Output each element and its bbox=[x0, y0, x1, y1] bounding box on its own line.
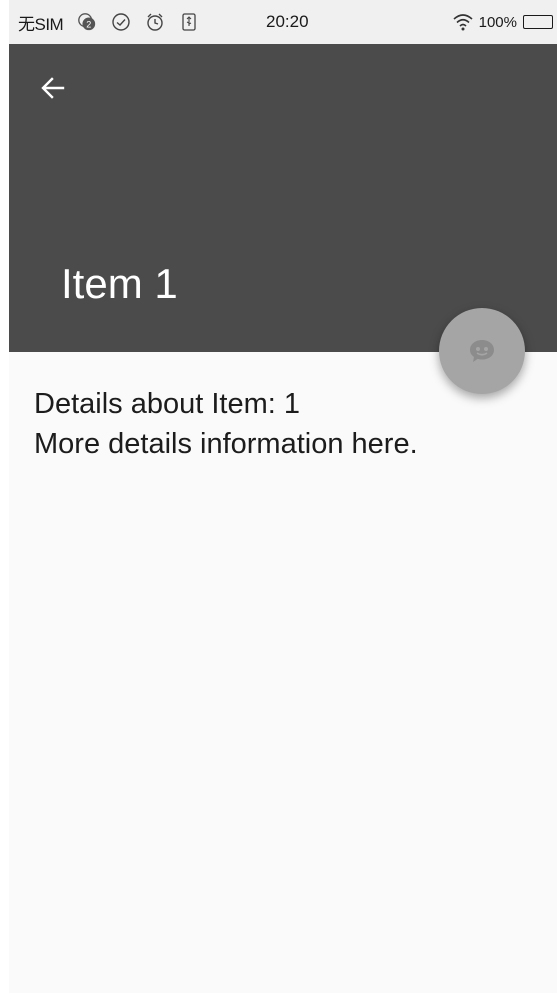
wifi-icon bbox=[453, 12, 473, 32]
arrow-back-icon bbox=[41, 77, 65, 99]
alarm-icon bbox=[145, 12, 165, 32]
battery-percent: 100% bbox=[478, 13, 517, 31]
carrier-label: 无SIM bbox=[18, 14, 64, 34]
status-bar: 无SIM 2 20:20 100% bbox=[9, 0, 557, 44]
chat-fab-button[interactable] bbox=[439, 308, 525, 394]
status-bar-right: 100% bbox=[453, 0, 553, 44]
screen: 无SIM 2 20:20 100% Item 1 Details about I… bbox=[9, 0, 557, 993]
detail-content: Details about Item: 1 More details infor… bbox=[34, 384, 418, 464]
notification-badge-count: 2 bbox=[87, 19, 92, 29]
status-bar-left: 无SIM 2 bbox=[18, 0, 199, 44]
clock: 20:20 bbox=[266, 12, 309, 31]
check-circle-icon bbox=[111, 12, 131, 32]
chat-bubble-icon bbox=[470, 340, 494, 362]
usb-icon bbox=[179, 12, 199, 32]
detail-line-2: More details information here. bbox=[34, 428, 418, 460]
notification-badge-icon: 2 bbox=[77, 12, 97, 32]
back-button[interactable] bbox=[31, 66, 75, 110]
page-title: Item 1 bbox=[61, 260, 178, 307]
app-bar: Item 1 bbox=[9, 44, 557, 352]
detail-line-1: Details about Item: 1 bbox=[34, 388, 300, 420]
battery-icon bbox=[523, 15, 553, 29]
